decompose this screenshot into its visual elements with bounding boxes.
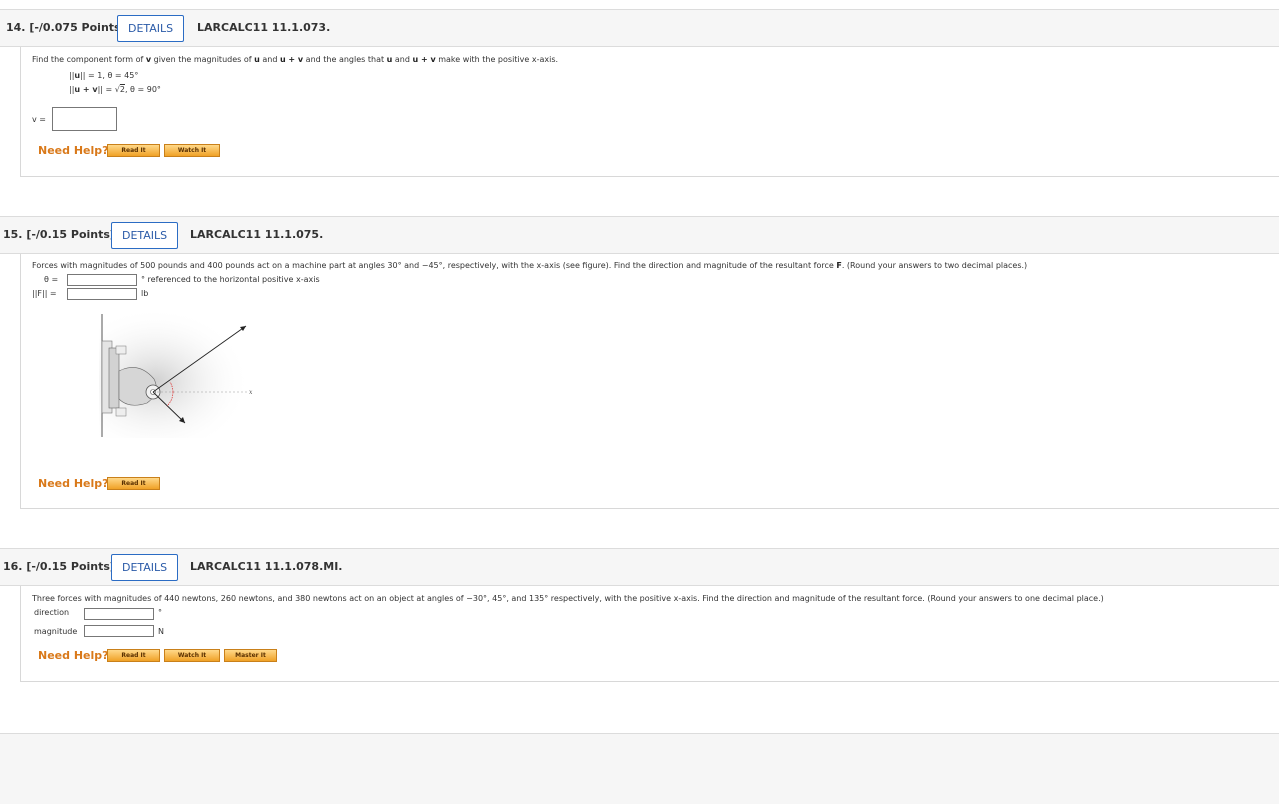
footer-band: [0, 733, 1279, 804]
direction-unit: °: [158, 608, 162, 617]
question-15-prompt: Forces with magnitudes of 500 pounds and…: [32, 261, 1028, 270]
need-help-label: Need Help?: [38, 649, 109, 662]
question-16-header: 16. [-/0.15 Points] DETAILS LARCALC11 11…: [0, 548, 1279, 586]
question-15-header: 15. [-/0.15 Points] DETAILS LARCALC11 11…: [0, 216, 1279, 254]
question-16-body: Three forces with magnitudes of 440 newt…: [20, 586, 1279, 682]
given-u: ||u|| = 1, θ = 45°: [69, 71, 139, 80]
question-15-body: Forces with magnitudes of 500 pounds and…: [20, 254, 1279, 509]
question-16-prompt: Three forces with magnitudes of 440 newt…: [32, 594, 1104, 603]
given-u-plus-v: ||u + v|| = √2, θ = 90°: [69, 85, 161, 94]
question-16-code: LARCALC11 11.1.078.MI.: [190, 560, 343, 573]
magnitude-label: ||F|| =: [32, 289, 57, 298]
need-help-label: Need Help?: [38, 477, 109, 490]
question-16-details-button[interactable]: DETAILS: [111, 554, 179, 581]
question-15-details-button[interactable]: DETAILS: [111, 222, 179, 249]
answer-v-label: v =: [32, 115, 46, 124]
question-16-points: 16. [-/0.15 Points]: [3, 560, 115, 573]
theta-unit-text: ° referenced to the horizontal positive …: [141, 275, 320, 284]
question-14-prompt: Find the component form of v given the m…: [32, 55, 559, 64]
question-14-body: Find the component form of v given the m…: [20, 47, 1279, 177]
question-14-details-button[interactable]: DETAILS: [117, 15, 185, 42]
magnitude-label: magnitude: [34, 627, 78, 636]
theta-label: θ =: [44, 275, 59, 284]
magnitude-input[interactable]: [84, 625, 154, 637]
question-14-code: LARCALC11 11.1.073.: [197, 21, 331, 34]
read-it-button[interactable]: Read It: [107, 649, 160, 662]
read-it-button[interactable]: Read It: [107, 144, 160, 157]
question-14-header: 14. [-/0.075 Points] DETAILS LARCALC11 1…: [0, 9, 1279, 47]
question-15-code: LARCALC11 11.1.075.: [190, 228, 324, 241]
direction-label: direction: [34, 608, 70, 617]
magnitude-input[interactable]: [67, 288, 137, 300]
question-14-points: 14. [-/0.075 Points]: [6, 21, 126, 34]
answer-v-input[interactable]: [52, 107, 117, 131]
question-15-points: 15. [-/0.15 Points]: [3, 228, 115, 241]
watch-it-button[interactable]: Watch It: [164, 649, 220, 662]
need-help-label: Need Help?: [38, 144, 109, 157]
watch-it-button[interactable]: Watch It: [164, 144, 220, 157]
master-it-button[interactable]: Master It: [224, 649, 277, 662]
direction-input[interactable]: [84, 608, 154, 620]
machine-part-figure: x: [99, 313, 259, 438]
theta-input[interactable]: [67, 274, 137, 286]
read-it-button[interactable]: Read It: [107, 477, 160, 490]
magnitude-unit: N: [158, 627, 164, 636]
magnitude-unit: lb: [141, 289, 149, 298]
